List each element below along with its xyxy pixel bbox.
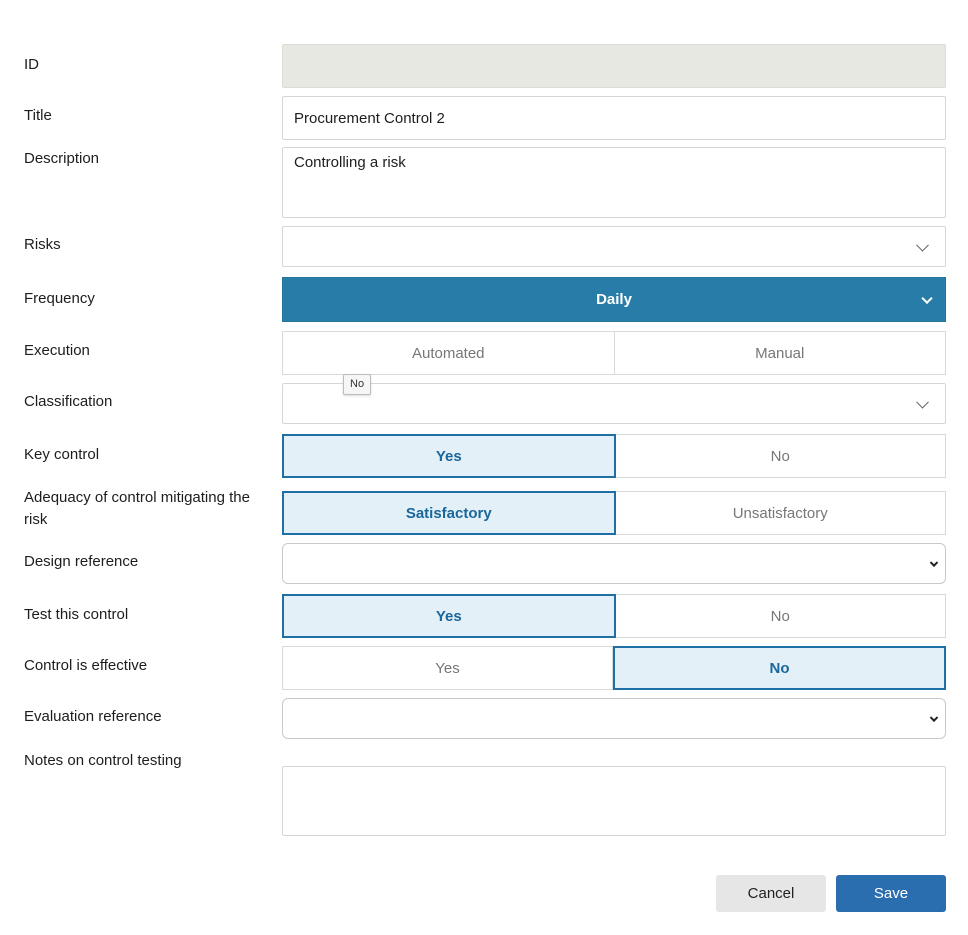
cancel-button[interactable]: Cancel (716, 875, 826, 912)
title-input[interactable]: Procurement Control 2 (282, 96, 946, 140)
notes-textarea[interactable] (282, 766, 946, 836)
frequency-value: Daily (596, 291, 632, 308)
adequacy-toggle: Satisfactory Unsatisfactory (282, 491, 946, 535)
title-label: Title (24, 107, 52, 124)
risks-select[interactable] (282, 226, 946, 267)
key-control-toggle: Yes No (282, 434, 946, 478)
description-textarea[interactable]: Controlling a risk (282, 147, 946, 218)
risks-label: Risks (24, 236, 61, 253)
test-control-option-yes[interactable]: Yes (282, 594, 616, 638)
id-field (282, 44, 946, 88)
notes-label: Notes on control testing (24, 752, 182, 769)
id-label: ID (24, 56, 39, 73)
effective-label: Control is effective (24, 657, 148, 674)
design-reference-label: Design reference (24, 553, 139, 570)
key-control-option-no[interactable]: No (615, 434, 946, 478)
effective-toggle: Yes No (282, 646, 946, 690)
chevron-down-icon (916, 395, 929, 409)
description-label: Description (24, 150, 100, 167)
chevron-down-icon (929, 558, 939, 567)
evaluation-reference-select[interactable] (282, 698, 946, 739)
evaluation-reference-label: Evaluation reference (24, 708, 162, 725)
chevron-down-icon (916, 238, 929, 252)
classification-label: Classification (24, 393, 113, 410)
adequacy-label: Adequacy of control mitigating the risk (24, 489, 250, 528)
execution-option-manual[interactable]: Manual (614, 331, 946, 375)
test-control-label: Test this control (24, 606, 129, 623)
adequacy-option-satisfactory[interactable]: Satisfactory (282, 491, 616, 535)
frequency-label: Frequency (24, 290, 95, 307)
execution-label: Execution (24, 342, 90, 359)
effective-option-no[interactable]: No (613, 646, 946, 690)
test-control-toggle: Yes No (282, 594, 946, 638)
chevron-down-icon (921, 292, 933, 304)
adequacy-option-unsatisfactory[interactable]: Unsatisfactory (615, 491, 946, 535)
classification-select[interactable] (282, 383, 946, 424)
save-button[interactable]: Save (836, 875, 946, 912)
tooltip: No (343, 374, 372, 395)
test-control-option-no[interactable]: No (615, 594, 946, 638)
effective-option-yes[interactable]: Yes (282, 646, 613, 690)
chevron-down-icon (929, 713, 939, 722)
execution-toggle: Automated Manual (282, 331, 946, 375)
frequency-dropdown[interactable]: Daily (282, 277, 946, 322)
execution-option-automated[interactable]: Automated (282, 331, 615, 375)
key-control-label: Key control (24, 446, 100, 463)
design-reference-select[interactable] (282, 543, 946, 584)
key-control-option-yes[interactable]: Yes (282, 434, 616, 478)
